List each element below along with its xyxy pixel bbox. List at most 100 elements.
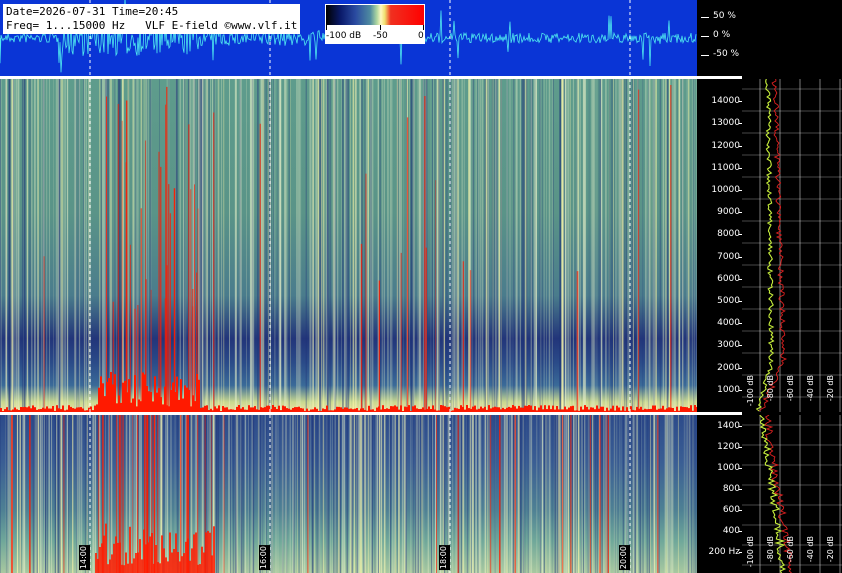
low-freq-burst [332, 410, 334, 412]
low-freq-burst [258, 409, 260, 412]
low-freq-burst [56, 405, 58, 412]
low-freq-burst [362, 408, 364, 412]
low-freq-burst [414, 405, 416, 412]
low-freq-burst [554, 409, 556, 412]
low-freq-burst [170, 389, 172, 412]
low-freq-burst [12, 409, 14, 412]
low-freq-burst [486, 409, 488, 412]
low-freq-burst [456, 408, 458, 412]
low-freq-burst [135, 553, 137, 573]
low-freq-burst [172, 382, 174, 412]
low-freq-burst [386, 408, 388, 412]
low-freq-burst [534, 406, 536, 412]
low-freq-burst [214, 406, 216, 412]
low-freq-burst [246, 409, 248, 412]
low-freq-burst [614, 410, 616, 412]
freq-axis-lower: 1400 1200 1000 800 600 400 200 Hz [697, 415, 742, 573]
low-freq-burst [206, 405, 208, 412]
profile-db-label: -40 dB [806, 536, 815, 563]
low-freq-burst [582, 409, 584, 412]
low-freq-burst [374, 410, 376, 412]
low-freq-burst [444, 406, 446, 412]
low-freq-burst [318, 410, 320, 412]
low-freq-burst [205, 532, 207, 573]
low-freq-burst [670, 407, 672, 412]
low-freq-burst [458, 408, 460, 412]
low-freq-burst [358, 410, 360, 412]
low-freq-burst [316, 408, 318, 412]
freq-tick-label: 400 [722, 525, 740, 536]
low-freq-burst [228, 409, 230, 412]
low-freq-burst [52, 406, 54, 412]
low-freq-burst [356, 408, 358, 412]
low-freq-burst [198, 379, 200, 412]
low-freq-burst [310, 409, 312, 412]
low-freq-burst [171, 552, 173, 573]
low-freq-burst [207, 530, 209, 573]
low-freq-burst [95, 553, 97, 573]
low-freq-burst [420, 408, 422, 412]
low-freq-burst [0, 408, 2, 412]
low-freq-burst [542, 409, 544, 412]
low-freq-burst [344, 407, 346, 412]
low-freq-burst [226, 407, 228, 412]
low-freq-burst [242, 407, 244, 412]
low-freq-burst [528, 405, 530, 412]
low-freq-burst [622, 406, 624, 412]
low-freq-burst [64, 410, 66, 412]
low-freq-burst [224, 407, 226, 412]
low-freq-burst [262, 407, 264, 412]
spectrogram-lower [0, 415, 697, 573]
low-freq-burst [201, 546, 203, 573]
low-freq-burst [107, 564, 109, 573]
low-freq-burst [254, 406, 256, 412]
low-freq-burst [48, 408, 50, 412]
low-freq-burst [260, 407, 262, 412]
low-freq-burst [334, 409, 336, 412]
low-freq-burst [442, 405, 444, 412]
low-freq-burst [192, 395, 194, 412]
low-freq-burst [86, 410, 88, 412]
amplitude-label-0: 0 % [713, 30, 731, 40]
low-freq-burst [366, 410, 368, 412]
low-freq-burst [646, 409, 648, 412]
low-freq-burst [440, 405, 442, 412]
low-freq-burst [638, 408, 640, 412]
low-freq-burst [42, 407, 44, 412]
low-freq-burst [686, 407, 688, 412]
low-freq-burst [138, 399, 140, 412]
low-freq-burst [120, 402, 122, 412]
freq-tick-label: 6000 [717, 273, 740, 284]
low-freq-burst [133, 558, 135, 573]
low-freq-burst [58, 408, 60, 412]
low-freq-burst [612, 405, 614, 412]
low-freq-burst [598, 408, 600, 412]
profile-db-label: -20 dB [826, 536, 835, 563]
low-freq-burst [96, 404, 98, 412]
profile-db-label: -60 dB [786, 536, 795, 563]
colorbar-label-mid: -50 [373, 31, 388, 41]
freq-tick-label: 600 [722, 504, 740, 515]
low-freq-burst [218, 405, 220, 412]
low-freq-burst [68, 405, 70, 412]
low-freq-burst [520, 407, 522, 412]
low-freq-burst [82, 408, 84, 412]
low-freq-burst [154, 376, 156, 412]
low-freq-burst [588, 409, 590, 412]
low-freq-burst [466, 405, 468, 412]
low-freq-burst [586, 406, 588, 412]
low-freq-burst [658, 408, 660, 412]
low-freq-burst [348, 408, 350, 412]
low-freq-burst [602, 406, 604, 412]
low-freq-burst [532, 409, 534, 412]
header-info-box: Date=2026-07-31 Time=20:45 Freq= 1...150… [3, 4, 301, 34]
low-freq-burst [354, 408, 356, 412]
low-freq-burst [376, 407, 378, 412]
low-freq-burst [276, 409, 278, 412]
low-freq-burst [80, 407, 82, 412]
profile-upper-traces [742, 79, 842, 412]
low-freq-burst [320, 410, 322, 412]
low-freq-burst [117, 542, 119, 573]
low-freq-burst [570, 406, 572, 412]
low-freq-burst [432, 405, 434, 412]
